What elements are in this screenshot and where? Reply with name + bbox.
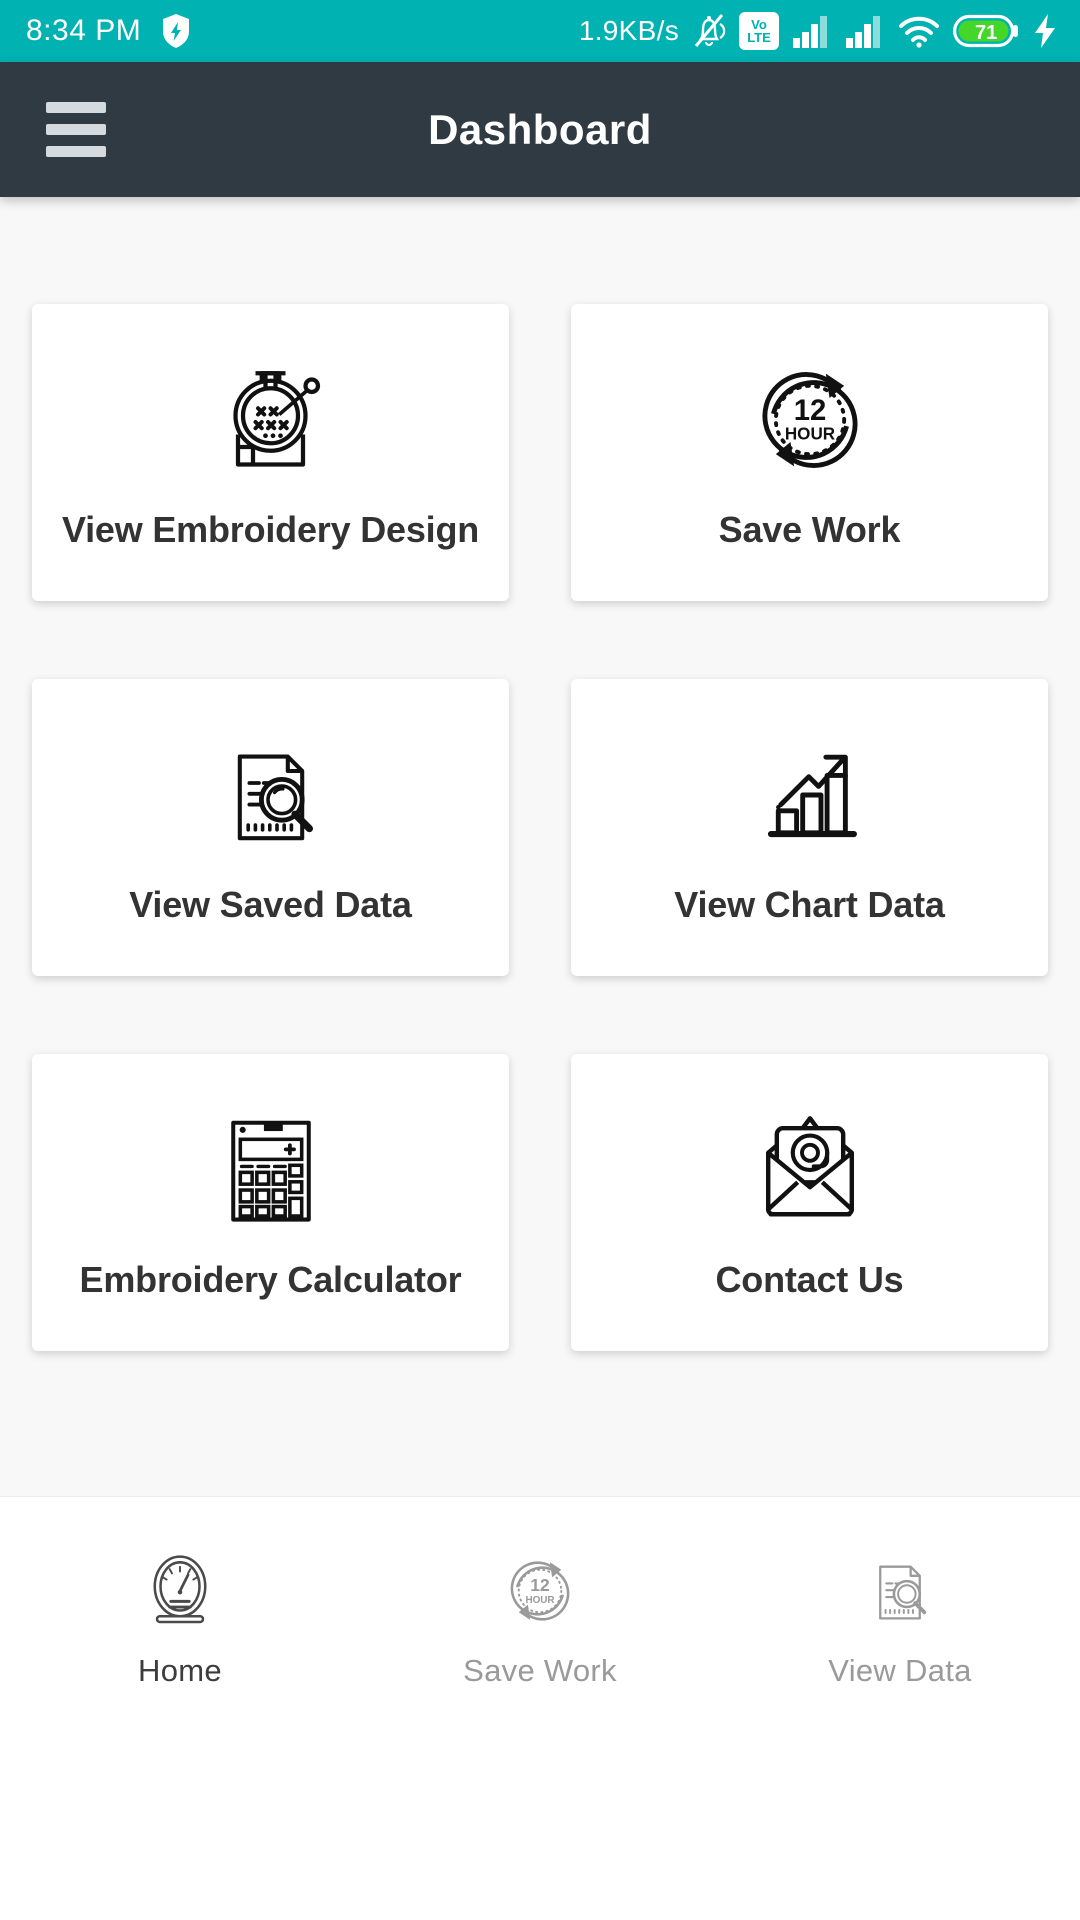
- document-search-icon: [862, 1545, 938, 1637]
- hamburger-bar: [46, 102, 106, 113]
- app-bar: Dashboard: [0, 62, 1080, 197]
- bar-chart-growth-icon: [749, 729, 871, 861]
- svg-text:12: 12: [793, 394, 826, 427]
- hamburger-bar: [46, 146, 106, 157]
- card-view-saved-data[interactable]: View Saved Data: [32, 679, 509, 976]
- card-label: View Embroidery Design: [61, 508, 480, 550]
- card-save-work[interactable]: 12 HOUR Save Work: [571, 304, 1048, 601]
- calculator-icon: [215, 1104, 327, 1236]
- dashboard-content: View Embroidery Design 12 HOUR Save Work: [0, 197, 1080, 1496]
- card-label: Contact Us: [715, 1258, 904, 1300]
- embroidery-hoop-icon: [208, 354, 333, 486]
- nav-item-view-data[interactable]: View Data: [720, 1545, 1080, 1689]
- open-envelope-at-icon: [746, 1104, 874, 1236]
- volte-bottom-label: LTE: [747, 30, 771, 45]
- status-bar: 8:34 PM 1.9KB/s Vo LTE 71: [0, 0, 1080, 62]
- signal-bars-icon: [846, 16, 880, 48]
- card-embroidery-calculator[interactable]: Embroidery Calculator: [32, 1054, 509, 1351]
- charging-bolt-icon: [1035, 14, 1055, 48]
- shield-icon: [161, 13, 191, 49]
- speedometer-gauge-icon: [142, 1545, 218, 1637]
- hamburger-bar: [46, 124, 106, 135]
- svg-text:12: 12: [530, 1575, 550, 1595]
- card-label: Embroidery Calculator: [79, 1258, 462, 1300]
- status-bar-time: 8:34 PM: [26, 14, 142, 47]
- page-title: Dashboard: [428, 105, 652, 153]
- nav-item-home[interactable]: Home: [0, 1545, 360, 1689]
- nav-item-save-work[interactable]: 12 HOUR Save Work: [360, 1545, 720, 1689]
- bell-muted-icon: [694, 14, 726, 47]
- twelve-hour-refresh-icon: 12 HOUR: [749, 354, 871, 486]
- battery-icon: 71: [953, 14, 1018, 48]
- card-view-embroidery-design[interactable]: View Embroidery Design: [32, 304, 509, 601]
- card-label: View Chart Data: [674, 883, 945, 925]
- nav-label: Save Work: [463, 1653, 617, 1688]
- document-search-icon: [211, 729, 331, 861]
- bottom-navigation-bar: Home 12 HOUR Save Work View Data: [0, 1496, 1080, 1920]
- card-label: Save Work: [718, 508, 901, 550]
- signal-bars-icon: [793, 16, 827, 48]
- hamburger-menu-icon[interactable]: [46, 102, 106, 157]
- battery-level-label: 71: [975, 22, 997, 44]
- svg-text:HOUR: HOUR: [525, 1595, 554, 1606]
- nav-label: Home: [138, 1653, 222, 1688]
- network-speed-label: 1.9KB/s: [578, 15, 679, 46]
- dashboard-card-grid: View Embroidery Design 12 HOUR Save Work: [32, 304, 1048, 1351]
- status-bar-icons: 1.9KB/s Vo LTE 71: [579, 12, 1058, 50]
- svg-text:HOUR: HOUR: [784, 424, 834, 443]
- twelve-hour-refresh-icon: 12 HOUR: [502, 1545, 578, 1637]
- card-contact-us[interactable]: Contact Us: [571, 1054, 1048, 1351]
- volte-badge: Vo LTE: [739, 12, 779, 50]
- card-label: View Saved Data: [129, 883, 412, 925]
- wifi-icon: [899, 16, 939, 48]
- nav-label: View Data: [828, 1653, 972, 1688]
- card-view-chart-data[interactable]: View Chart Data: [571, 679, 1048, 976]
